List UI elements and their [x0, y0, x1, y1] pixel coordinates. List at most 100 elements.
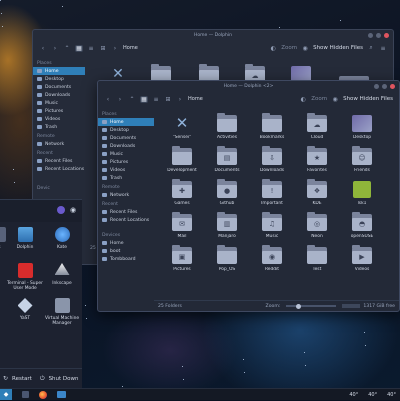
tree-view-icon[interactable]: ⊞	[164, 96, 172, 103]
list-view-icon[interactable]: ≡	[87, 45, 95, 52]
breadcrumb[interactable]: Home	[123, 45, 138, 51]
file-item[interactable]: ★ Favorites	[297, 146, 337, 173]
minimize-button[interactable]	[374, 84, 379, 89]
file-item[interactable]: Bookmarks	[252, 113, 292, 140]
sidebar-item-tombboard[interactable]: Tombboard	[98, 255, 154, 263]
minimize-button[interactable]	[368, 33, 373, 38]
maximize-button[interactable]	[382, 84, 387, 89]
window-titlebar[interactable]: Home — Dolphin	[33, 30, 393, 41]
icons-view-icon[interactable]: ▦	[75, 44, 83, 52]
sidebar-item-trash[interactable]: Trash	[98, 174, 154, 182]
up-icon[interactable]: ⌃	[63, 45, 71, 52]
file-item[interactable]: lsk1	[342, 181, 382, 206]
sidebar-item-downloads[interactable]: Downloads	[33, 91, 85, 99]
launcher-app[interactable]: Inkscape	[42, 263, 82, 286]
forward-icon[interactable]: ›	[116, 96, 124, 103]
sidebar-item-trash[interactable]: Trash	[33, 123, 85, 131]
list-view-icon[interactable]: ≡	[152, 96, 160, 103]
menu-icon[interactable]: ≡	[379, 45, 387, 52]
back-icon[interactable]: ‹	[104, 96, 112, 103]
forward-icon[interactable]: ›	[51, 45, 59, 52]
file-item[interactable]: Pop_OS	[207, 245, 247, 272]
back-icon[interactable]: ‹	[39, 45, 47, 52]
zoom-slider-handle[interactable]	[296, 303, 302, 309]
file-item[interactable]: Test	[297, 245, 337, 272]
hidden-files-icon[interactable]: ◉	[301, 45, 309, 52]
zoom-icon[interactable]: ◐	[299, 96, 307, 103]
zoom-button[interactable]: Zoom	[281, 45, 297, 51]
file-item[interactable]: Development	[162, 146, 202, 173]
sidebar-item-recent-locations[interactable]: Recent Locations	[33, 165, 85, 173]
file-item[interactable]: ▤ Documents	[207, 146, 247, 173]
file-item[interactable]: ⇩ Downloads	[252, 146, 292, 173]
sidebar-item-downloads[interactable]: Downloads	[98, 142, 154, 150]
sidebar-item-recent-files[interactable]: Recent Files	[33, 157, 85, 165]
shutdown-icon[interactable]: ⏻	[40, 375, 45, 383]
file-item[interactable]: ✚ Games	[162, 179, 202, 206]
zoom-button[interactable]: Zoom	[311, 96, 327, 102]
window-titlebar[interactable]: Home — Dolphin <2>	[98, 81, 399, 92]
pin-icon[interactable]: ◉	[70, 206, 76, 214]
file-item[interactable]: ♫ Music	[252, 212, 292, 239]
zoom-slider[interactable]	[286, 303, 337, 309]
file-item[interactable]: ! Important	[252, 179, 292, 206]
close-button[interactable]	[390, 84, 395, 89]
hidden-files-icon[interactable]: ◉	[331, 96, 339, 103]
sidebar-item-network[interactable]: Network	[98, 191, 154, 199]
sidebar-item-pictures[interactable]: Pictures	[33, 107, 85, 115]
taskbar-app-icon[interactable]	[22, 391, 29, 398]
launcher-button[interactable]: ◆	[0, 389, 12, 400]
sidebar-item-home[interactable]: Home	[98, 239, 154, 247]
sidebar-item-desktop[interactable]: Desktop	[98, 126, 154, 134]
launcher-app[interactable]: Terminal - Super User Mode	[5, 263, 45, 291]
shutdown-button[interactable]: Shut Down	[49, 376, 79, 382]
restart-button[interactable]: Restart	[12, 376, 32, 382]
sidebar-item-desktop[interactable]: Desktop	[33, 75, 85, 83]
up-icon[interactable]: ⌃	[128, 96, 136, 103]
sidebar-item-videos[interactable]: Videos	[33, 115, 85, 123]
file-item[interactable]: ● Github	[207, 179, 247, 206]
file-item[interactable]: ❖ KDE	[297, 179, 337, 206]
file-item[interactable]: ✉ Mail	[162, 212, 202, 239]
file-item[interactable]: ▣ Pictures	[162, 245, 202, 272]
show-hidden-files-button[interactable]: Show Hidden Files	[343, 96, 393, 102]
launcher-app[interactable]: YaST	[5, 298, 45, 321]
file-item[interactable]: Desktop	[342, 115, 382, 140]
sidebar-item-music[interactable]: Music	[98, 150, 154, 158]
maximize-button[interactable]	[376, 33, 381, 38]
firefox-icon[interactable]	[39, 390, 47, 399]
sidebar-item-boot[interactable]: boot	[98, 247, 154, 255]
file-item[interactable]: ▶ Videos	[342, 245, 382, 272]
icons-view-icon[interactable]: ▦	[140, 95, 148, 103]
file-item[interactable]: ✕ "Sensei"	[162, 115, 202, 141]
file-item[interactable]: ☁ Cloud	[297, 113, 337, 140]
file-item[interactable]: Activities	[207, 113, 247, 140]
sidebar-item-videos[interactable]: Videos	[98, 166, 154, 174]
file-item[interactable]: ◉ Reddit	[252, 245, 292, 272]
dolphin-taskbar-icon[interactable]	[57, 391, 66, 398]
sidebar-item-documents[interactable]: Documents	[33, 83, 85, 91]
sidebar-item-network[interactable]: Network	[33, 140, 85, 148]
sidebar-item-recent-locations[interactable]: Recent Locations	[98, 216, 154, 224]
file-item[interactable]: ◓ openSUSE	[342, 212, 382, 239]
breadcrumb[interactable]: Home	[188, 96, 203, 102]
sidebar-item-home[interactable]: Home	[33, 67, 85, 75]
launcher-app[interactable]: Dolphin	[5, 227, 45, 250]
sidebar-item-pictures[interactable]: Pictures	[98, 158, 154, 166]
close-button[interactable]	[384, 33, 389, 38]
restart-icon[interactable]: ↻	[3, 375, 8, 382]
sidebar-item-home[interactable]: Home	[98, 118, 154, 126]
dolphin-window-front[interactable]: Home — Dolphin <2> ‹ › ⌃ ▦ ≡ ⊞ › Home ◐ …	[97, 80, 400, 312]
launcher-app[interactable]: Kate	[42, 227, 82, 250]
file-item[interactable]: ◎ Neon	[297, 212, 337, 239]
file-item[interactable]: ▥ Manjaro	[207, 212, 247, 239]
zoom-icon[interactable]: ◐	[269, 45, 277, 52]
settings-icon[interactable]	[57, 206, 65, 214]
sidebar-item-music[interactable]: Music	[33, 99, 85, 107]
tree-view-icon[interactable]: ⊞	[99, 45, 107, 52]
sidebar-item-recent-files[interactable]: Recent Files	[98, 208, 154, 216]
search-icon[interactable]: ⌕	[367, 44, 375, 52]
launcher-app[interactable]: Virtual Machine Manager	[42, 298, 82, 326]
file-item[interactable]: ☺ Friends	[342, 146, 382, 173]
show-hidden-files-button[interactable]: Show Hidden Files	[313, 45, 363, 51]
